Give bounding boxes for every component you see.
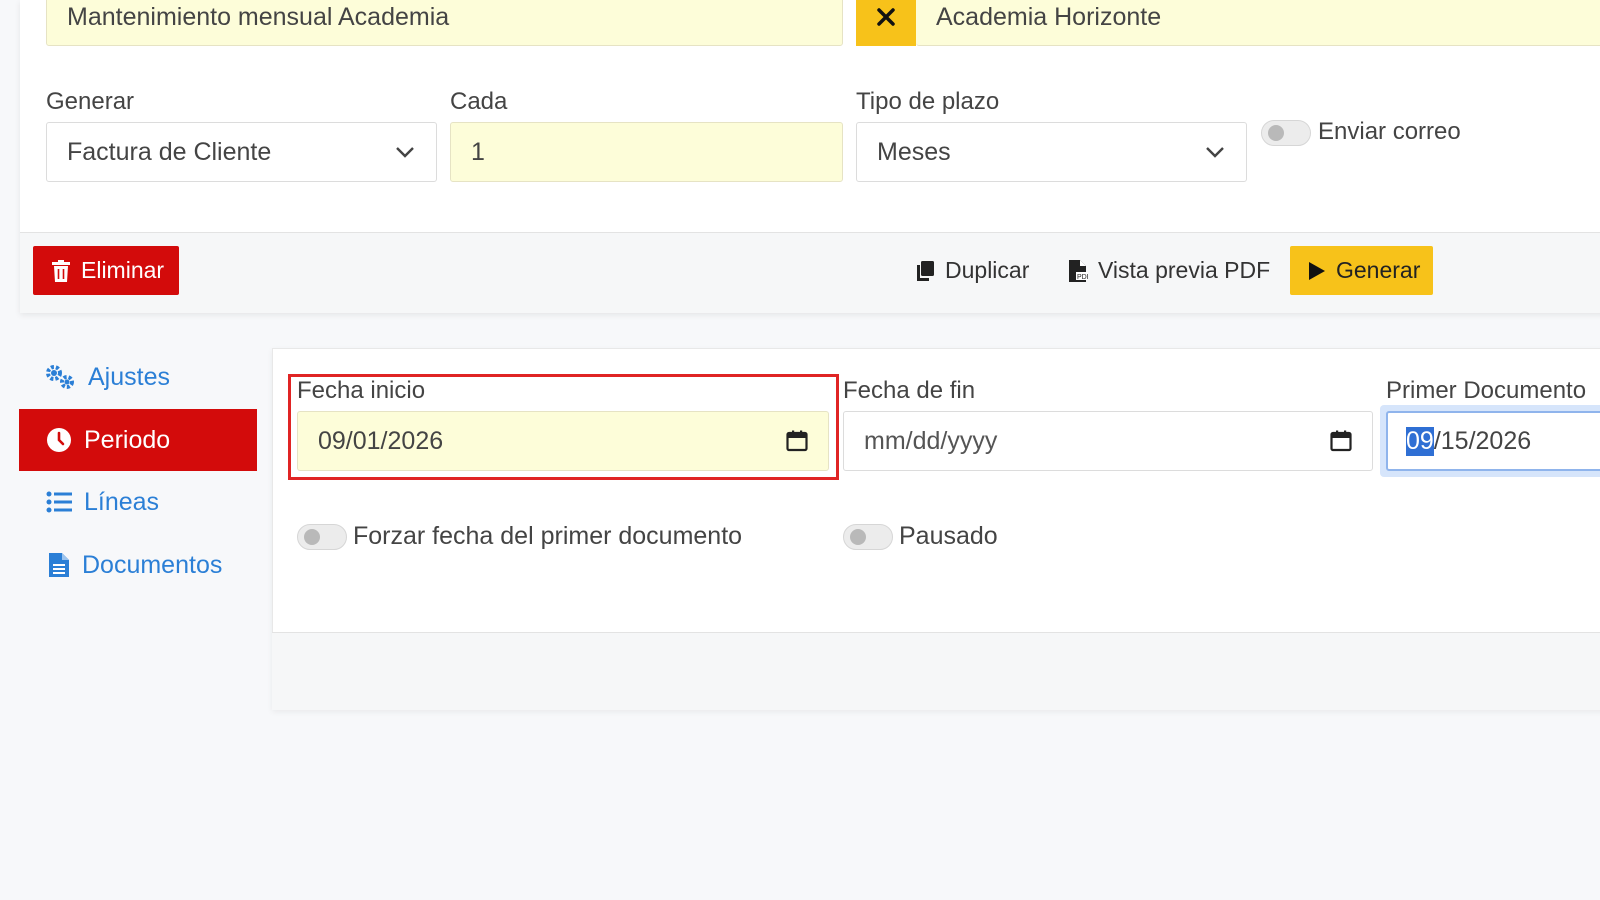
description-input[interactable]: Mantenimiento mensual Academia: [46, 0, 843, 46]
close-icon: [877, 8, 895, 26]
force-first-date-label: Forzar fecha del primer documento: [353, 522, 743, 550]
pdf-file-icon: PDF: [1069, 259, 1088, 282]
term-value: Meses: [877, 137, 951, 166]
customer-input[interactable]: Academia Horizonte: [916, 0, 1600, 46]
nav-item-label: Periodo: [84, 425, 171, 454]
term-label: Tipo de plazo: [856, 88, 1000, 115]
clear-customer-button[interactable]: [856, 0, 916, 46]
period-panel-footer: [272, 632, 1600, 710]
end-date-label: Fecha de fin: [843, 377, 976, 404]
chevron-down-icon: [1204, 141, 1226, 163]
send-email-label: Enviar correo: [1318, 118, 1461, 145]
delete-button[interactable]: Eliminar: [33, 246, 179, 295]
end-date-placeholder: mm/dd/yyyy: [864, 426, 998, 455]
pdf-label: Vista previa PDF: [1098, 257, 1271, 283]
nav-item-documents[interactable]: Documentos: [48, 545, 222, 585]
nav-item-lines[interactable]: Líneas: [46, 482, 159, 522]
every-input[interactable]: 1: [450, 122, 843, 182]
start-date-label: Fecha inicio: [297, 377, 426, 404]
nav-item-period[interactable]: Periodo: [19, 409, 257, 471]
play-icon: [1309, 261, 1325, 280]
generate-label: Generar: [46, 88, 135, 115]
end-date-input[interactable]: mm/dd/yyyy: [843, 411, 1373, 471]
every-label: Cada: [450, 88, 508, 115]
duplicate-button[interactable]: Duplicar: [915, 246, 1029, 295]
chevron-down-icon: [394, 141, 416, 163]
generate-button[interactable]: Generar: [1290, 246, 1433, 295]
pdf-preview-button[interactable]: PDF Vista previa PDF: [1068, 246, 1270, 295]
file-text-icon: [49, 553, 69, 577]
nav-item-label: Ajustes: [88, 362, 170, 391]
paused-toggle[interactable]: [843, 524, 893, 550]
generate-select[interactable]: Factura de Cliente: [46, 122, 437, 182]
delete-label: Eliminar: [81, 257, 165, 283]
first-document-input[interactable]: 09/15/2026: [1386, 411, 1600, 471]
force-first-date-toggle[interactable]: [297, 524, 347, 550]
send-email-toggle[interactable]: [1261, 120, 1311, 146]
gears-icon: [46, 365, 74, 389]
trash-icon: [52, 259, 70, 282]
start-date-value: 09/01/2026: [318, 426, 444, 455]
nav-item-settings[interactable]: Ajustes: [44, 357, 170, 397]
list-icon: [46, 491, 72, 513]
generate-value: Factura de Cliente: [67, 137, 272, 166]
description-value: Mantenimiento mensual Academia: [67, 2, 450, 31]
start-date-input[interactable]: 09/01/2026: [297, 411, 829, 471]
clock-icon: [47, 428, 71, 452]
nav-item-label: Líneas: [84, 487, 160, 516]
nav-item-label: Documentos: [82, 550, 223, 579]
first-document-label: Primer Documento: [1386, 377, 1587, 404]
customer-value: Academia Horizonte: [936, 2, 1162, 31]
calendar-icon: [786, 430, 808, 452]
svg-text:PDF: PDF: [1077, 274, 1088, 281]
generate-button-label: Generar: [1336, 257, 1421, 283]
term-select[interactable]: Meses: [856, 122, 1247, 182]
first-document-month-selected: 09: [1406, 426, 1434, 456]
every-value: 1: [471, 137, 485, 166]
duplicate-label: Duplicar: [945, 257, 1030, 283]
copy-icon: [917, 260, 934, 281]
calendar-icon: [1330, 430, 1352, 452]
first-document-rest: /15/2026: [1433, 426, 1532, 455]
paused-label: Pausado: [899, 522, 998, 550]
